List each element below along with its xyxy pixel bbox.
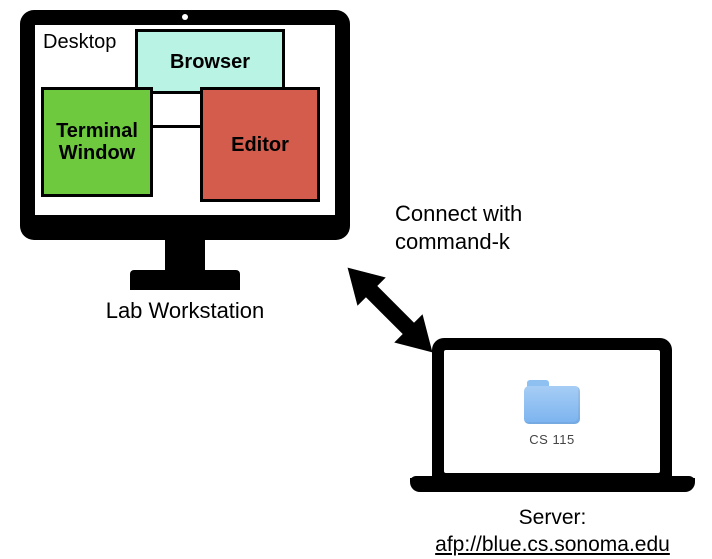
server-url: afp://blue.cs.sonoma.edu (435, 533, 670, 556)
desktop-label: Desktop (43, 31, 116, 54)
server-laptop: CS 115 Server: afp://blue.cs.sonoma.edu (410, 338, 695, 559)
workstation-caption: Lab Workstation (20, 298, 350, 324)
editor-label: Editor (231, 134, 289, 156)
monitor-screen: Desktop Browser Terminal Window Editor (20, 10, 350, 240)
server-caption-label: Server: (519, 506, 587, 529)
terminal-label: Terminal Window (56, 120, 138, 164)
folder-label: CS 115 (529, 432, 574, 447)
folder-icon (524, 380, 580, 424)
laptop-screen: CS 115 (444, 350, 660, 473)
browser-label: Browser (170, 51, 250, 73)
monitor-stand-icon (20, 240, 350, 290)
laptop-icon: CS 115 (410, 338, 695, 498)
connect-instruction: Connect with command-k (395, 200, 522, 255)
server-caption: Server: afp://blue.cs.sonoma.edu (410, 504, 695, 559)
camera-dot-icon (182, 14, 188, 20)
browser-window: Browser (135, 29, 285, 94)
lab-workstation: Desktop Browser Terminal Window Editor L… (20, 10, 350, 324)
editor-window: Editor (200, 87, 320, 202)
connector-line (150, 125, 205, 128)
terminal-window: Terminal Window (41, 87, 153, 197)
